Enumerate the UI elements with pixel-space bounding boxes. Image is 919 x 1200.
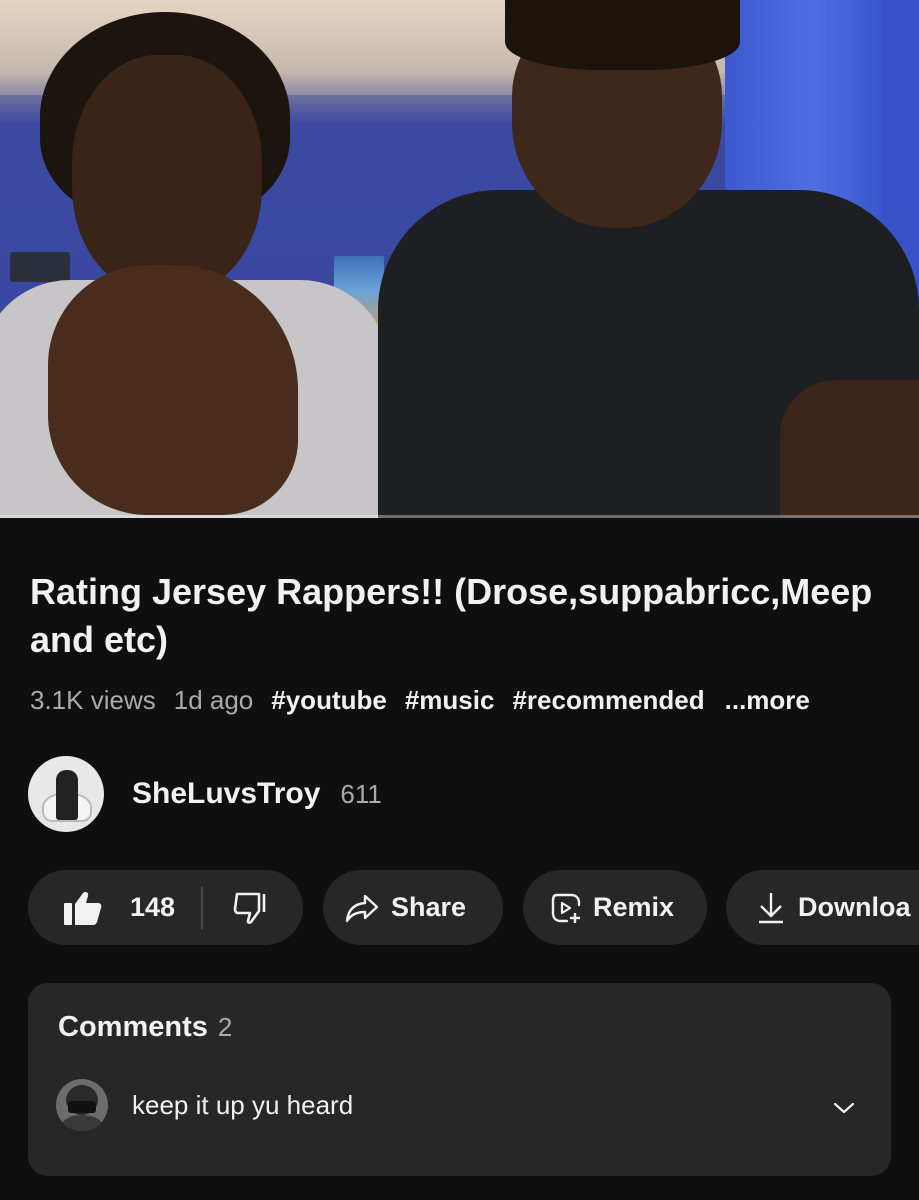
view-count: 3.1K views	[30, 684, 156, 715]
video-title[interactable]: Rating Jersey Rappers!! (Drose,suppabric…	[30, 568, 890, 664]
video-person-left-face	[72, 55, 262, 295]
download-label: Downloa	[798, 892, 911, 922]
top-comment[interactable]: keep it up yu heard	[56, 1079, 353, 1131]
dislike-button[interactable]	[203, 870, 269, 945]
share-label: Share	[391, 892, 467, 922]
expand-comments-button[interactable]	[829, 1095, 859, 1125]
video-frame-shelf	[10, 252, 70, 282]
chevron-down-icon	[833, 1101, 855, 1120]
comments-title: Comments	[58, 1011, 208, 1043]
remix-button[interactable]: Remix	[523, 870, 707, 945]
description-more-link[interactable]: ...more	[725, 685, 810, 716]
action-row: 148 Share Remix Downloa	[28, 870, 919, 945]
download-icon	[756, 891, 786, 925]
subscriber-count: 611	[340, 778, 382, 809]
comment-text: keep it up yu heard	[132, 1089, 354, 1120]
channel-name[interactable]: SheLuvsTroy	[132, 777, 320, 811]
comments-header: Comments 2	[58, 1011, 232, 1044]
commenter-avatar-mask	[68, 1101, 96, 1113]
avatar-figure-head	[56, 770, 78, 820]
remix-label: Remix	[593, 892, 675, 922]
comments-count: 2	[217, 1012, 233, 1042]
thumbs-up-icon	[64, 891, 102, 925]
share-button[interactable]: Share	[323, 870, 503, 945]
like-dislike-pill: 148	[28, 870, 303, 945]
video-progress-bar[interactable]	[0, 515, 919, 518]
channel-row[interactable]: SheLuvsTroy 611	[28, 756, 382, 832]
thumbs-down-icon	[231, 891, 269, 925]
hashtag-music[interactable]: #music	[405, 685, 495, 716]
channel-avatar[interactable]	[28, 756, 104, 832]
video-person-right-hair	[505, 0, 740, 70]
commenter-avatar[interactable]	[56, 1079, 108, 1131]
video-person-left-hand	[48, 265, 298, 515]
upload-age: 1d ago	[173, 684, 254, 715]
remix-icon	[549, 891, 583, 925]
like-button[interactable]: 148	[28, 870, 175, 945]
commenter-avatar-body	[62, 1115, 102, 1131]
comments-panel[interactable]: Comments 2 keep it up yu heard	[28, 983, 891, 1176]
hashtag-youtube[interactable]: #youtube	[271, 685, 387, 716]
video-meta-row[interactable]: 3.1K views 1d ago #youtube #music #recom…	[30, 683, 828, 717]
video-player[interactable]	[0, 0, 919, 518]
download-button[interactable]: Downloa	[726, 870, 919, 945]
video-person-right-arm	[780, 380, 919, 518]
like-count: 148	[130, 892, 176, 922]
share-arrow-icon	[345, 893, 379, 923]
hashtag-recommended[interactable]: #recommended	[512, 685, 704, 716]
